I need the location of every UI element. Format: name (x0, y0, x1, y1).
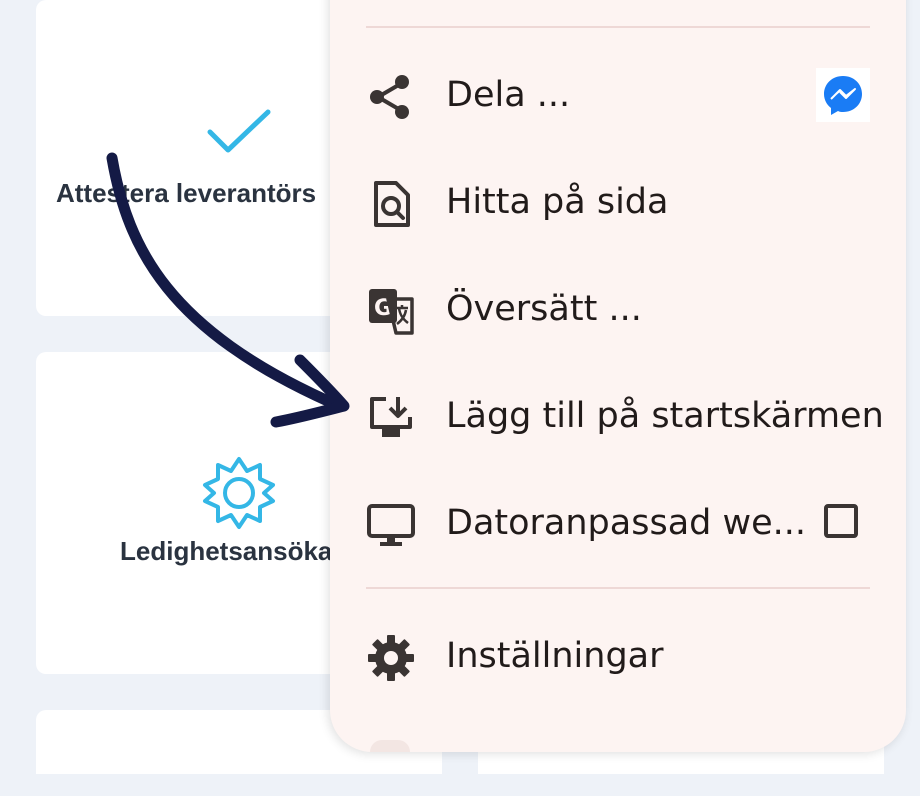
translate-icon: G (369, 289, 414, 335)
share-icon (370, 75, 409, 119)
menu-divider (366, 26, 870, 28)
menu-scroll-hint (370, 740, 410, 752)
menu-item-label: Datoranpassad we... (446, 503, 807, 543)
browser-overflow-menu: Dela ... Hitta på sida G Översätt ... Lä… (330, 0, 906, 752)
desktop-site-checkbox[interactable] (824, 504, 858, 538)
menu-item-add-to-home-screen[interactable]: Lägg till på startskärmen (330, 371, 906, 461)
menu-item-settings[interactable]: Inställningar (330, 611, 906, 701)
menu-item-translate[interactable]: G Översätt ... (330, 264, 906, 354)
menu-item-share[interactable]: Dela ... (330, 50, 906, 140)
add-to-home-screen-icon (370, 397, 412, 437)
menu-item-label: Hitta på sida (446, 182, 669, 222)
menu-item-label: Dela ... (446, 75, 571, 115)
sun-icon (203, 457, 275, 529)
find-in-page-icon (374, 181, 410, 227)
settings-gear-icon (368, 635, 414, 681)
messenger-icon[interactable] (816, 68, 870, 122)
menu-item-label: Lägg till på startskärmen (446, 396, 884, 436)
menu-divider (366, 587, 870, 589)
desktop-icon (367, 504, 415, 546)
menu-item-desktop-site[interactable]: Datoranpassad we... (330, 478, 906, 568)
checkmark-icon (207, 109, 271, 153)
menu-item-label: Översätt ... (446, 289, 642, 329)
menu-item-label: Inställningar (446, 636, 664, 676)
menu-item-find-in-page[interactable]: Hitta på sida (330, 157, 906, 247)
